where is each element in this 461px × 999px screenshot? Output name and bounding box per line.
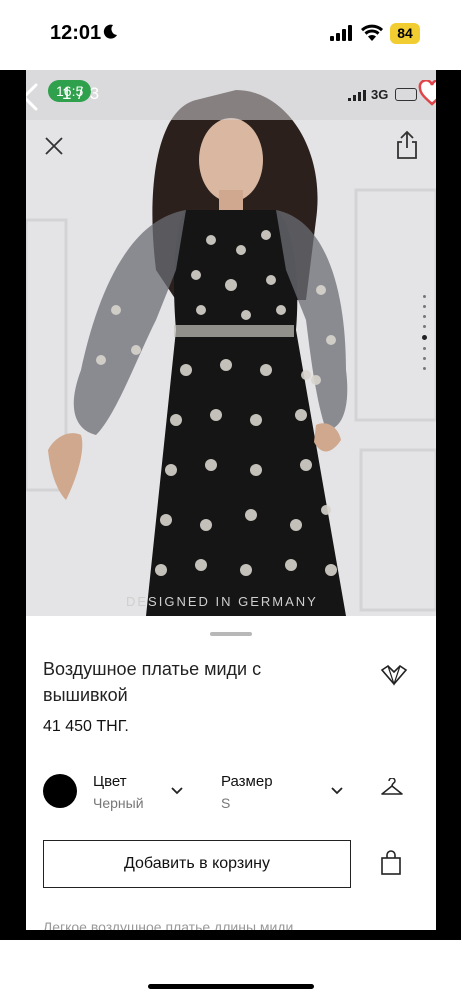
color-value[interactable]: Черный (93, 795, 144, 811)
pagination-dot[interactable] (423, 357, 426, 360)
product-description: Легкое воздушное платье длины миди (43, 919, 294, 930)
frame-right (436, 70, 461, 940)
inner-screenshot: 16:5 1 / 3 3G DESIGNED IN GERMANY Воздуш… (26, 70, 436, 930)
battery-badge: 84 (390, 23, 420, 44)
signal-icon (330, 25, 352, 41)
photo-pagination-dots (422, 295, 428, 377)
photo-brand-text: DESIGNED IN GERMANY (126, 594, 318, 609)
inner-signal-icon (348, 90, 366, 101)
hanger-icon[interactable] (380, 778, 404, 798)
frame-left (0, 70, 26, 940)
pagination-dot[interactable] (423, 325, 426, 328)
bottom-area (0, 940, 461, 999)
chevron-down-icon[interactable] (170, 786, 184, 796)
dress-photo-illustration (26, 70, 436, 616)
status-time: 12:01 (50, 22, 102, 44)
back-chevron-icon[interactable] (26, 82, 42, 112)
bag-icon[interactable] (380, 850, 402, 876)
add-to-cart-button[interactable]: Добавить в корзину (43, 840, 351, 888)
product-photo[interactable]: 16:5 1 / 3 3G DESIGNED IN GERMANY (26, 70, 436, 616)
product-title: Воздушное платье миди с вышивкой (43, 659, 262, 705)
color-swatch[interactable] (43, 774, 77, 808)
ios-status-bar: 12:01 84 (0, 0, 461, 70)
page-indicator: 1 / 3 (62, 84, 101, 103)
pagination-dot[interactable] (423, 347, 426, 350)
pagination-dot[interactable] (423, 305, 426, 308)
color-label: Цвет (93, 773, 127, 790)
close-icon[interactable] (42, 134, 66, 158)
inner-status-bar: 16:5 1 / 3 3G (26, 70, 436, 120)
pagination-dot[interactable] (423, 315, 426, 318)
share-icon[interactable] (395, 130, 419, 160)
size-label: Размер (221, 773, 273, 790)
network-label: 3G (371, 87, 389, 102)
wifi-icon (361, 24, 383, 41)
pagination-dot[interactable] (423, 367, 426, 370)
inner-battery-icon (395, 88, 417, 101)
size-value[interactable]: S (221, 795, 230, 811)
fav-logo-icon[interactable] (380, 664, 408, 686)
sheet-drag-handle[interactable] (210, 632, 252, 636)
chevron-down-icon[interactable] (330, 786, 344, 796)
home-indicator[interactable] (148, 984, 314, 989)
pagination-dot-active[interactable] (422, 335, 427, 340)
heart-icon[interactable] (418, 80, 436, 106)
pagination-dot[interactable] (423, 295, 426, 298)
moon-icon (103, 24, 117, 39)
product-price: 41 450 ТНГ. (43, 718, 129, 735)
